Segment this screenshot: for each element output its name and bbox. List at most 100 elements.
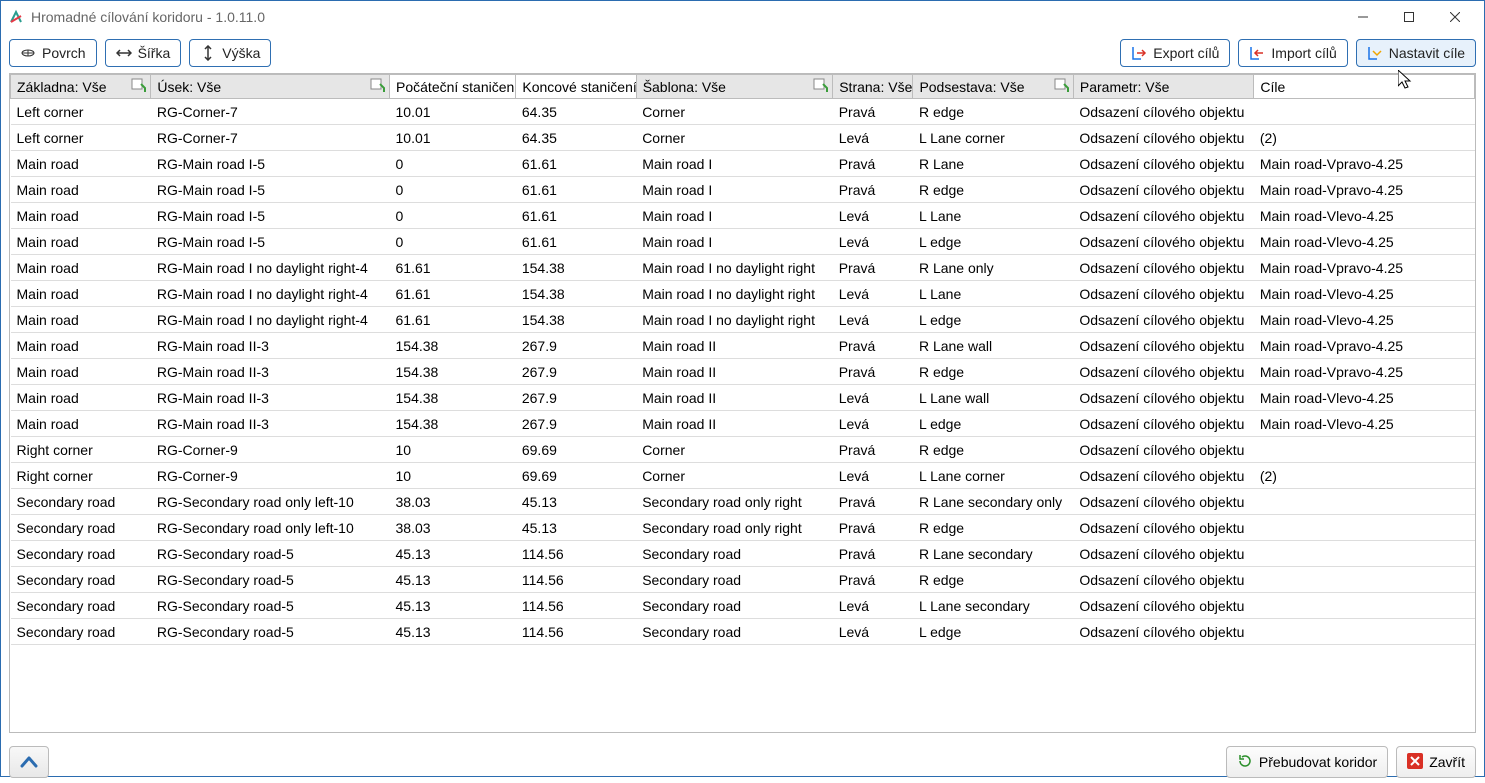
cell-podsestava[interactable]: R edge: [913, 515, 1073, 541]
cell-zakladna[interactable]: Left corner: [11, 99, 151, 125]
cell-sablona[interactable]: Secondary road only right: [636, 489, 833, 515]
cell-kon[interactable]: 114.56: [516, 567, 636, 593]
export-cilu-button[interactable]: Export cílů: [1120, 39, 1230, 67]
table-row[interactable]: Left cornerRG-Corner-710.0164.35CornerPr…: [11, 99, 1475, 125]
cell-zakladna[interactable]: Secondary road: [11, 541, 151, 567]
table-row[interactable]: Main roadRG-Main road I no daylight righ…: [11, 307, 1475, 333]
cell-podsestava[interactable]: R Lane: [913, 151, 1073, 177]
cell-podsestava[interactable]: L edge: [913, 229, 1073, 255]
cell-parametr[interactable]: Odsazení cílového objektu: [1073, 151, 1253, 177]
cell-kon[interactable]: 69.69: [516, 437, 636, 463]
cell-zakladna[interactable]: Secondary road: [11, 593, 151, 619]
cell-cile[interactable]: Main road-Vlevo-4.25: [1254, 307, 1475, 333]
sirka-button[interactable]: Šířka: [105, 39, 182, 67]
cell-cile[interactable]: [1254, 593, 1475, 619]
cell-kon[interactable]: 64.35: [516, 125, 636, 151]
cell-kon[interactable]: 64.35: [516, 99, 636, 125]
cell-strana[interactable]: Pravá: [833, 99, 913, 125]
cell-poc[interactable]: 154.38: [390, 359, 516, 385]
cell-cile[interactable]: Main road-Vpravo-4.25: [1254, 151, 1475, 177]
cell-usek[interactable]: RG-Main road II-3: [151, 385, 390, 411]
cell-kon[interactable]: 61.61: [516, 177, 636, 203]
col-parametr[interactable]: Parametr: Vše: [1073, 75, 1253, 99]
cell-strana[interactable]: Pravá: [833, 151, 913, 177]
cell-cile[interactable]: Main road-Vpravo-4.25: [1254, 177, 1475, 203]
cell-kon[interactable]: 61.61: [516, 151, 636, 177]
cell-kon[interactable]: 69.69: [516, 463, 636, 489]
cell-strana[interactable]: Levá: [833, 593, 913, 619]
cell-sablona[interactable]: Main road II: [636, 359, 833, 385]
cell-parametr[interactable]: Odsazení cílového objektu: [1073, 489, 1253, 515]
cell-podsestava[interactable]: L edge: [913, 411, 1073, 437]
cell-poc[interactable]: 45.13: [390, 541, 516, 567]
zavrit-button[interactable]: Zavřít: [1396, 746, 1476, 778]
cell-strana[interactable]: Pravá: [833, 567, 913, 593]
cell-usek[interactable]: RG-Secondary road only left-10: [151, 489, 390, 515]
cell-poc[interactable]: 10.01: [390, 125, 516, 151]
cell-podsestava[interactable]: L Lane corner: [913, 125, 1073, 151]
cell-cile[interactable]: [1254, 619, 1475, 645]
cell-poc[interactable]: 45.13: [390, 593, 516, 619]
cell-podsestava[interactable]: L Lane wall: [913, 385, 1073, 411]
cell-podsestava[interactable]: R Lane wall: [913, 333, 1073, 359]
cell-zakladna[interactable]: Main road: [11, 333, 151, 359]
table-row[interactable]: Main roadRG-Main road II-3154.38267.9Mai…: [11, 411, 1475, 437]
cell-parametr[interactable]: Odsazení cílového objektu: [1073, 593, 1253, 619]
cell-sablona[interactable]: Corner: [636, 437, 833, 463]
cell-usek[interactable]: RG-Main road I no daylight right-4: [151, 281, 390, 307]
table-row[interactable]: Main roadRG-Main road II-3154.38267.9Mai…: [11, 333, 1475, 359]
col-kon[interactable]: Koncové staničení: [516, 75, 636, 99]
table-row[interactable]: Main roadRG-Main road I no daylight righ…: [11, 255, 1475, 281]
cell-cile[interactable]: [1254, 541, 1475, 567]
cell-cile[interactable]: Main road-Vlevo-4.25: [1254, 229, 1475, 255]
cell-strana[interactable]: Levá: [833, 619, 913, 645]
cell-kon[interactable]: 267.9: [516, 411, 636, 437]
maximize-button[interactable]: [1386, 2, 1432, 32]
cell-parametr[interactable]: Odsazení cílového objektu: [1073, 203, 1253, 229]
cell-podsestava[interactable]: L Lane corner: [913, 463, 1073, 489]
sablona-filter-icon[interactable]: [813, 78, 829, 94]
col-zakladna[interactable]: Základna: Vše: [11, 75, 151, 99]
cell-strana[interactable]: Pravá: [833, 255, 913, 281]
cell-cile[interactable]: [1254, 489, 1475, 515]
cell-parametr[interactable]: Odsazení cílového objektu: [1073, 567, 1253, 593]
cell-kon[interactable]: 267.9: [516, 385, 636, 411]
cell-zakladna[interactable]: Main road: [11, 229, 151, 255]
cell-usek[interactable]: RG-Main road I-5: [151, 151, 390, 177]
cell-poc[interactable]: 0: [390, 203, 516, 229]
cell-zakladna[interactable]: Main road: [11, 151, 151, 177]
cell-zakladna[interactable]: Main road: [11, 307, 151, 333]
table-row[interactable]: Secondary roadRG-Secondary road-545.1311…: [11, 541, 1475, 567]
cell-kon[interactable]: 154.38: [516, 307, 636, 333]
cell-kon[interactable]: 45.13: [516, 489, 636, 515]
cell-poc[interactable]: 154.38: [390, 411, 516, 437]
cell-zakladna[interactable]: Main road: [11, 281, 151, 307]
cell-parametr[interactable]: Odsazení cílového objektu: [1073, 463, 1253, 489]
cell-podsestava[interactable]: L Lane: [913, 203, 1073, 229]
cell-cile[interactable]: Main road-Vpravo-4.25: [1254, 359, 1475, 385]
cell-sablona[interactable]: Main road I no daylight right: [636, 307, 833, 333]
cell-parametr[interactable]: Odsazení cílového objektu: [1073, 359, 1253, 385]
cell-zakladna[interactable]: Main road: [11, 385, 151, 411]
cell-zakladna[interactable]: Main road: [11, 359, 151, 385]
cell-poc[interactable]: 0: [390, 151, 516, 177]
cell-poc[interactable]: 154.38: [390, 333, 516, 359]
cell-strana[interactable]: Levá: [833, 463, 913, 489]
cell-usek[interactable]: RG-Main road II-3: [151, 411, 390, 437]
table-row[interactable]: Main roadRG-Main road I-5061.61Main road…: [11, 203, 1475, 229]
cell-zakladna[interactable]: Secondary road: [11, 515, 151, 541]
cell-strana[interactable]: Pravá: [833, 541, 913, 567]
table-row[interactable]: Secondary roadRG-Secondary road only lef…: [11, 515, 1475, 541]
import-cilu-button[interactable]: Import cílů: [1238, 39, 1347, 67]
col-strana[interactable]: Strana: Vše: [833, 75, 913, 99]
cell-strana[interactable]: Levá: [833, 411, 913, 437]
cell-poc[interactable]: 61.61: [390, 255, 516, 281]
cell-sablona[interactable]: Main road II: [636, 333, 833, 359]
cell-usek[interactable]: RG-Main road I no daylight right-4: [151, 307, 390, 333]
cell-strana[interactable]: Pravá: [833, 437, 913, 463]
vyska-button[interactable]: Výška: [189, 39, 271, 67]
table-row[interactable]: Left cornerRG-Corner-710.0164.35CornerLe…: [11, 125, 1475, 151]
cell-podsestava[interactable]: R edge: [913, 99, 1073, 125]
cell-zakladna[interactable]: Left corner: [11, 125, 151, 151]
cell-usek[interactable]: RG-Secondary road only left-10: [151, 515, 390, 541]
